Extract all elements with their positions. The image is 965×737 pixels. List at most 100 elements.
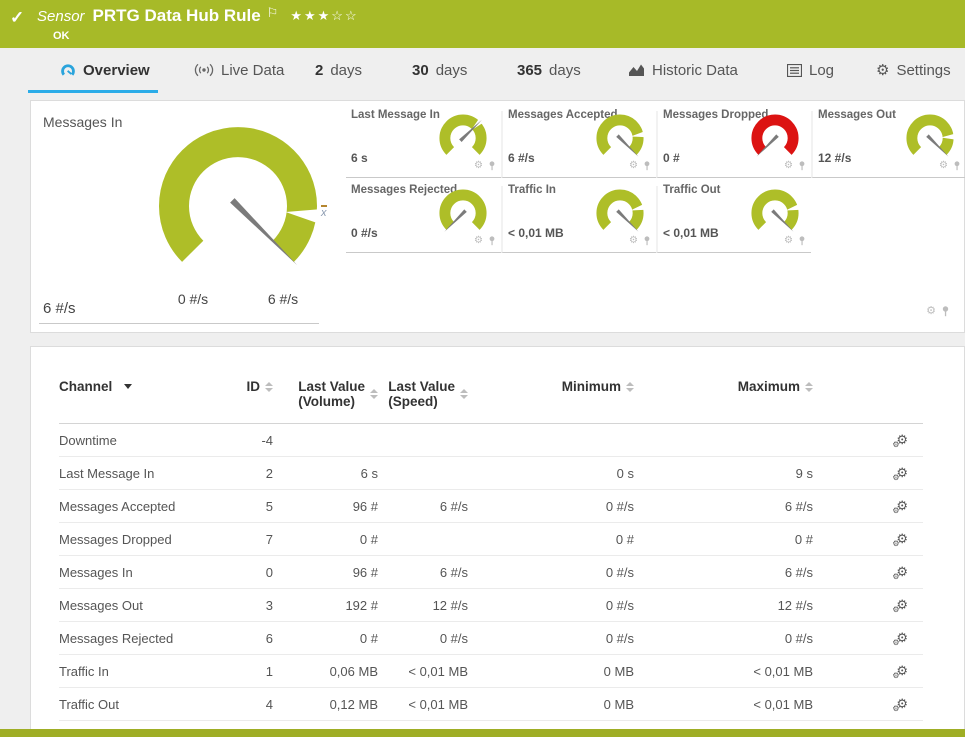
channel-id: 6 bbox=[209, 622, 273, 655]
pin-icon[interactable] bbox=[798, 236, 806, 246]
gauge-title: Traffic Out bbox=[663, 184, 721, 196]
channel-settings-icon[interactable]: ⚙⚙ bbox=[896, 564, 908, 580]
gauge-card: Traffic Out < 0,01 MB ⚙ bbox=[656, 186, 811, 253]
gear-icon[interactable]: ⚙ bbox=[474, 160, 483, 171]
channel-last-volume: 0,12 MB bbox=[273, 688, 378, 721]
gauge-icon bbox=[60, 63, 76, 78]
channel-name: Messages In bbox=[59, 556, 209, 589]
pin-icon[interactable] bbox=[798, 161, 806, 171]
channel-minimum: 0 # bbox=[468, 523, 634, 556]
channel-id: 4 bbox=[209, 688, 273, 721]
tab-30-days[interactable]: 30days bbox=[412, 48, 467, 92]
main-gauge-chart bbox=[133, 109, 343, 314]
log-icon bbox=[787, 64, 802, 77]
gear-icon[interactable]: ⚙ bbox=[474, 235, 483, 246]
channel-settings-icon[interactable]: ⚙⚙ bbox=[896, 696, 908, 712]
gauge-title: Traffic In bbox=[508, 184, 556, 196]
pin-icon[interactable] bbox=[941, 306, 950, 317]
channel-settings-icon[interactable]: ⚙⚙ bbox=[896, 432, 908, 448]
gauge-card: Traffic In < 0,01 MB ⚙ bbox=[501, 186, 656, 253]
pin-icon[interactable] bbox=[488, 236, 496, 246]
tab-2-days[interactable]: 2days bbox=[315, 48, 362, 92]
channel-row[interactable]: Messages Accepted 5 96 # 6 #/s 0 #/s 6 #… bbox=[59, 490, 923, 523]
channel-row[interactable]: Messages Out 3 192 # 12 #/s 0 #/s 12 #/s… bbox=[59, 589, 923, 622]
tab-live-data[interactable]: Live Data bbox=[194, 48, 284, 92]
channel-id: 1 bbox=[209, 655, 273, 688]
channel-row[interactable]: Downtime -4 ⚙⚙ bbox=[59, 424, 923, 457]
channel-row[interactable]: Traffic Out 4 0,12 MB < 0,01 MB 0 MB < 0… bbox=[59, 688, 923, 721]
col-header-minimum[interactable]: Minimum bbox=[468, 371, 634, 424]
tab-historic-data[interactable]: Historic Data bbox=[628, 48, 738, 92]
channel-id: 2 bbox=[209, 457, 273, 490]
bottom-accent-strip bbox=[0, 729, 965, 737]
channel-row[interactable]: Messages Rejected 6 0 # 0 #/s 0 #/s 0 #/… bbox=[59, 622, 923, 655]
channel-settings-icon[interactable]: ⚙⚙ bbox=[896, 630, 908, 646]
pin-icon[interactable] bbox=[643, 161, 651, 171]
divider bbox=[39, 323, 319, 324]
channel-last-speed bbox=[378, 457, 468, 490]
object-kind-label: Sensor bbox=[37, 8, 85, 25]
col-header-last-speed[interactable]: Last Value(Speed) bbox=[378, 371, 468, 424]
tab-bar: Overview Live Data 2days 30days 365days Histo… bbox=[0, 48, 965, 97]
channel-settings-icon[interactable]: ⚙⚙ bbox=[896, 498, 908, 514]
col-header-id[interactable]: ID bbox=[209, 371, 273, 424]
gear-icon[interactable]: ⚙ bbox=[784, 160, 793, 171]
sort-icon bbox=[626, 382, 634, 392]
channel-settings-icon[interactable]: ⚙⚙ bbox=[896, 597, 908, 613]
gauge-value: 0 #/s bbox=[351, 226, 378, 240]
pin-icon[interactable] bbox=[643, 236, 651, 246]
channel-maximum: 12 #/s bbox=[634, 589, 813, 622]
table-header-row: Channel ID Last Value(Volume) Last Value… bbox=[59, 371, 923, 424]
channel-name: Traffic In bbox=[59, 655, 209, 688]
flag-icon[interactable]: ⚐ bbox=[267, 5, 279, 20]
channel-maximum: 6 #/s bbox=[634, 490, 813, 523]
channel-name: Last Message In bbox=[59, 457, 209, 490]
channel-last-speed: 0 #/s bbox=[378, 622, 468, 655]
channel-last-volume: 96 # bbox=[273, 490, 378, 523]
tab-overview[interactable]: Overview bbox=[60, 48, 150, 92]
channel-name: Messages Rejected bbox=[59, 622, 209, 655]
gauge-card: Messages Rejected 0 #/s ⚙ bbox=[346, 186, 501, 253]
main-gauge-scale-min: 0 #/s bbox=[178, 291, 208, 307]
channel-last-volume: 0,06 MB bbox=[273, 655, 378, 688]
channel-row[interactable]: Last Message In 2 6 s 0 s 9 s ⚙⚙ bbox=[59, 457, 923, 490]
channel-row[interactable]: Messages Dropped 7 0 # 0 # 0 # ⚙⚙ bbox=[59, 523, 923, 556]
status-ok-check-icon: ✓ bbox=[10, 8, 24, 28]
channel-row[interactable]: Traffic In 1 0,06 MB < 0,01 MB 0 MB < 0,… bbox=[59, 655, 923, 688]
main-gauge-value: 6 #/s bbox=[43, 300, 76, 317]
col-header-last-volume[interactable]: Last Value(Volume) bbox=[273, 371, 378, 424]
channel-last-volume: 192 # bbox=[273, 589, 378, 622]
gear-icon[interactable]: ⚙ bbox=[784, 235, 793, 246]
col-header-channel[interactable]: Channel bbox=[59, 371, 209, 424]
sort-icon bbox=[805, 382, 813, 392]
channel-row[interactable]: Messages In 0 96 # 6 #/s 0 #/s 6 #/s ⚙⚙ bbox=[59, 556, 923, 589]
chart-icon bbox=[628, 63, 645, 77]
gear-icon[interactable]: ⚙ bbox=[629, 235, 638, 246]
sort-desc-icon bbox=[124, 384, 132, 389]
channel-last-speed: < 0,01 MB bbox=[378, 655, 468, 688]
gear-icon[interactable]: ⚙ bbox=[939, 160, 948, 171]
pin-icon[interactable] bbox=[488, 161, 496, 171]
pin-icon[interactable] bbox=[953, 161, 961, 171]
channel-last-volume: 96 # bbox=[273, 556, 378, 589]
channel-minimum: 0 MB bbox=[468, 655, 634, 688]
tab-log[interactable]: Log bbox=[787, 48, 834, 92]
channel-settings-icon[interactable]: ⚙⚙ bbox=[896, 531, 908, 547]
gauge-value: < 0,01 MB bbox=[663, 226, 719, 240]
channel-last-volume bbox=[273, 424, 378, 457]
channel-table: Channel ID Last Value(Volume) Last Value… bbox=[59, 371, 923, 721]
channel-last-volume: 0 # bbox=[273, 523, 378, 556]
gauge-card: Last Message In 6 s ⚙ bbox=[346, 111, 501, 178]
channel-maximum: 0 # bbox=[634, 523, 813, 556]
star-rating[interactable]: ★★★☆☆ bbox=[290, 8, 358, 23]
gauge-value: 12 #/s bbox=[818, 151, 851, 165]
channel-settings-icon[interactable]: ⚙⚙ bbox=[896, 465, 908, 481]
tab-365-days[interactable]: 365days bbox=[517, 48, 581, 92]
tab-settings[interactable]: ⚙Settings bbox=[876, 48, 951, 92]
gear-icon[interactable]: ⚙ bbox=[926, 306, 936, 317]
channel-table-panel: Channel ID Last Value(Volume) Last Value… bbox=[30, 346, 965, 737]
col-header-maximum[interactable]: Maximum bbox=[634, 371, 813, 424]
sensor-name: PRTG Data Hub Rule bbox=[93, 6, 261, 25]
gear-icon[interactable]: ⚙ bbox=[629, 160, 638, 171]
channel-settings-icon[interactable]: ⚙⚙ bbox=[896, 663, 908, 679]
